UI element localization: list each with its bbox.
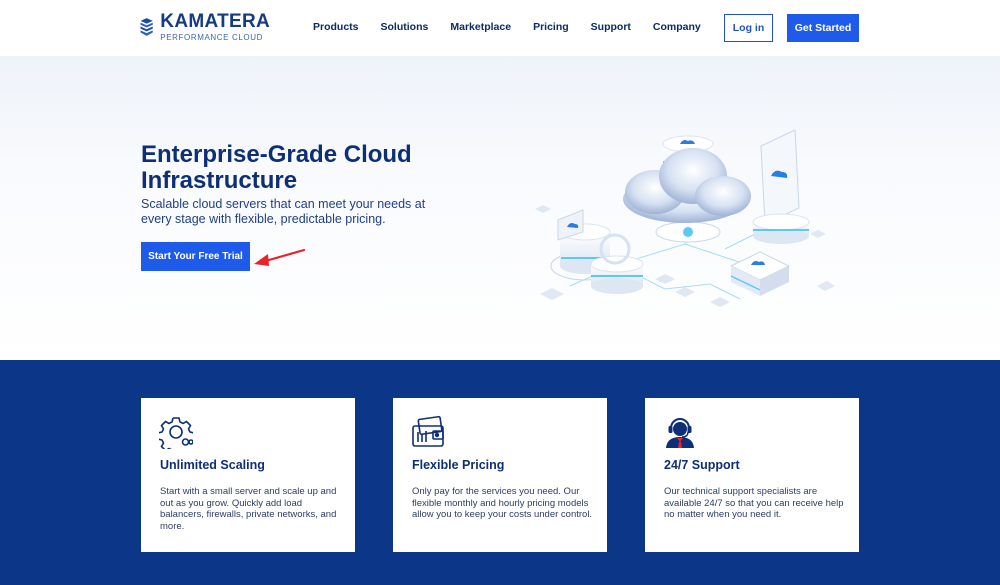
nav-pricing[interactable]: Pricing	[533, 21, 569, 33]
hero-section: Enterprise-Grade Cloud Infrastructure Sc…	[0, 56, 1000, 360]
start-free-trial-button[interactable]: Start Your Free Trial	[141, 242, 250, 271]
gear-scaling-icon	[159, 417, 193, 449]
feature-title-pricing: Flexible Pricing	[412, 458, 505, 472]
feature-text-support: Our technical support specialists are av…	[664, 486, 844, 521]
feature-text-scaling: Start with a small server and scale up a…	[160, 486, 337, 532]
get-started-button[interactable]: Get Started	[787, 14, 859, 42]
login-button[interactable]: Log in	[724, 14, 773, 42]
feature-title-scaling: Unlimited Scaling	[160, 458, 265, 472]
site-header: KAMATERA PERFORMANCE CLOUD Products Solu…	[0, 0, 1000, 56]
logo-name: KAMATERA	[160, 10, 270, 32]
cloud-infrastructure-illustration-icon	[535, 129, 835, 307]
nav-support[interactable]: Support	[591, 21, 631, 33]
kamatera-logo[interactable]: KAMATERA PERFORMANCE CLOUD	[140, 9, 270, 45]
wallet-icon	[412, 415, 444, 447]
features-band: Unlimited Scaling Start with a small ser…	[0, 360, 1000, 585]
nav-marketplace[interactable]: Marketplace	[450, 21, 511, 33]
red-arrow-annotation-icon	[254, 248, 306, 266]
feature-title-support: 24/7 Support	[664, 458, 740, 472]
hero-subtitle: Scalable cloud servers that can meet you…	[141, 197, 426, 226]
nav-products[interactable]: Products	[313, 21, 359, 33]
hero-title: Enterprise-Grade Cloud Infrastructure	[141, 141, 412, 194]
nav-company[interactable]: Company	[653, 21, 701, 33]
main-nav: Products Solutions Marketplace Pricing S…	[313, 21, 701, 33]
logo-tagline: PERFORMANCE CLOUD	[160, 32, 263, 42]
nav-solutions[interactable]: Solutions	[381, 21, 429, 33]
feature-card-scaling: Unlimited Scaling Start with a small ser…	[141, 398, 355, 552]
feature-card-pricing: Flexible Pricing Only pay for the servic…	[393, 398, 607, 552]
kamatera-logo-icon	[140, 18, 153, 36]
feature-text-pricing: Only pay for the services you need. Our …	[412, 486, 593, 521]
feature-card-support: 24/7 Support Our technical support speci…	[645, 398, 859, 552]
support-agent-icon	[666, 418, 694, 448]
